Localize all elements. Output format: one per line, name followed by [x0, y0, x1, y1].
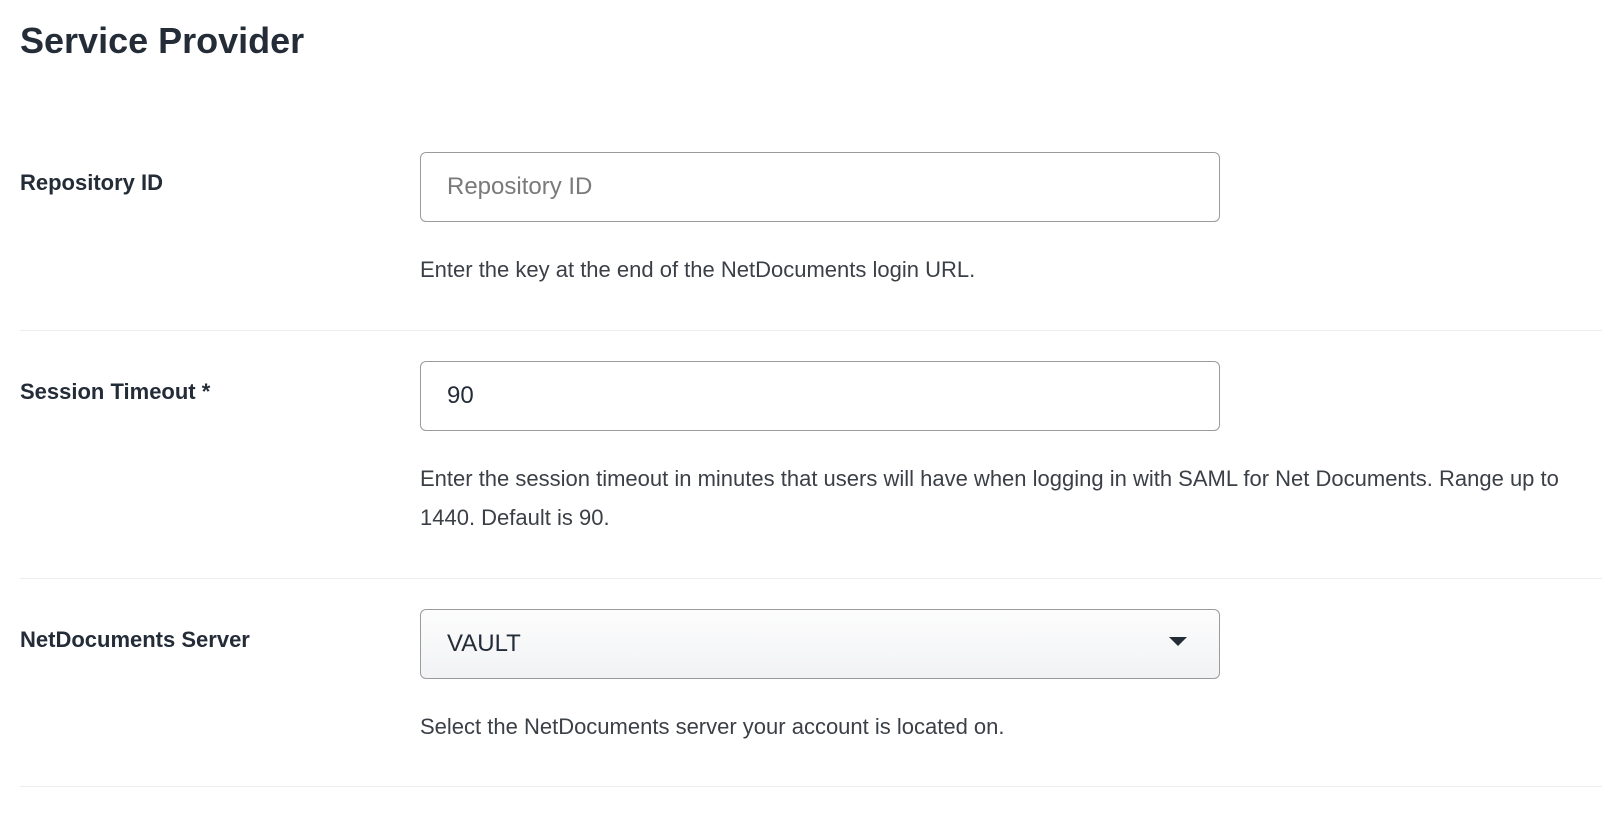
- server-select[interactable]: VAULT: [420, 609, 1220, 679]
- server-label: NetDocuments Server: [20, 609, 420, 653]
- field-row-session-timeout: Session Timeout * Enter the session time…: [20, 331, 1602, 579]
- repository-id-input[interactable]: [420, 152, 1220, 222]
- server-select-wrap: VAULT: [420, 609, 1220, 679]
- session-timeout-label: Session Timeout *: [20, 361, 420, 405]
- server-help: Select the NetDocuments server your acco…: [420, 707, 1602, 747]
- session-timeout-control: Enter the session timeout in minutes tha…: [420, 361, 1602, 538]
- server-control: VAULT Select the NetDocuments server you…: [420, 609, 1602, 747]
- repository-id-control: Enter the key at the end of the NetDocum…: [420, 152, 1602, 290]
- field-row-repository-id: Repository ID Enter the key at the end o…: [20, 122, 1602, 331]
- section-title: Service Provider: [20, 20, 1602, 62]
- repository-id-help: Enter the key at the end of the NetDocum…: [420, 250, 1602, 290]
- field-row-server: NetDocuments Server VAULT Select the Net…: [20, 579, 1602, 788]
- session-timeout-input[interactable]: [420, 361, 1220, 431]
- repository-id-label: Repository ID: [20, 152, 420, 196]
- session-timeout-help: Enter the session timeout in minutes tha…: [420, 459, 1602, 538]
